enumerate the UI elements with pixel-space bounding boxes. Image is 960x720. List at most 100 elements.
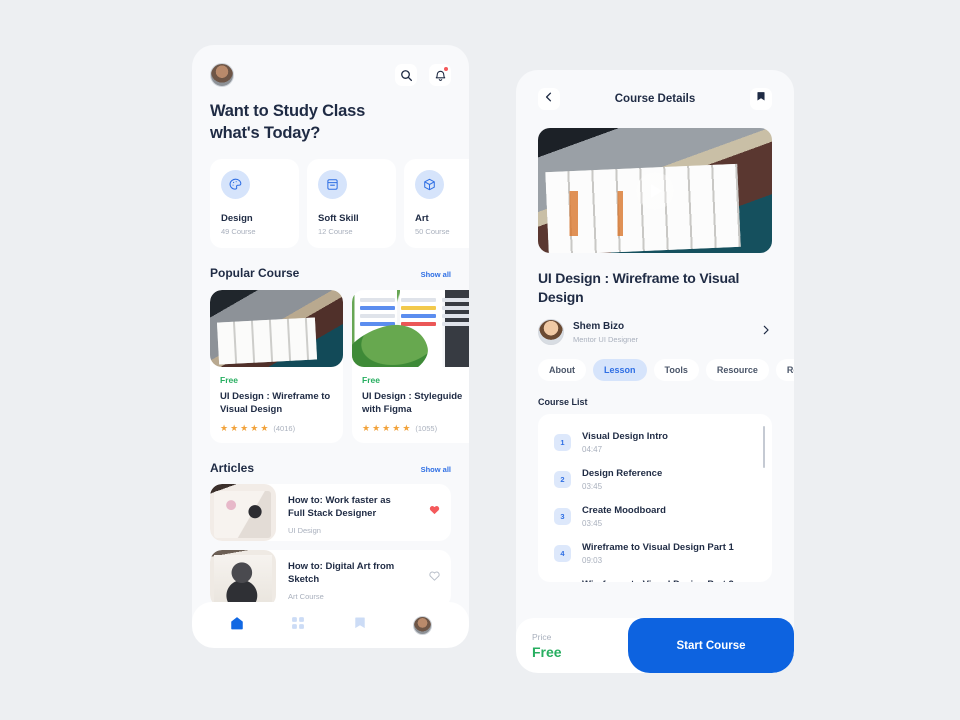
article-like-button[interactable]: [417, 550, 451, 607]
book-icon: [318, 169, 347, 199]
back-button[interactable]: [538, 88, 560, 110]
course-thumbnail: [352, 289, 469, 367]
article-title: How to: Digital Art from Sketch: [288, 560, 395, 586]
article-row[interactable]: How to: Work faster as Full Stack Design…: [210, 483, 451, 541]
video-decoration: [561, 190, 702, 236]
nav-item-profile[interactable]: [413, 615, 433, 635]
lesson-name: Wireframe to Visual Design Part 1: [582, 542, 734, 554]
lesson-row[interactable]: 2 Design Reference 03:45: [538, 461, 772, 498]
star-icon: ★: [362, 422, 371, 433]
course-list-label: Course List: [538, 397, 588, 408]
video-thumbnail[interactable]: [538, 128, 772, 253]
article-like-button[interactable]: [417, 484, 451, 541]
course-title: UI Design : Wireframe to Visual Design: [538, 270, 740, 306]
price-value: Free: [532, 643, 562, 660]
course-price: Free: [362, 374, 380, 385]
articles-show-all-link[interactable]: Show all: [421, 465, 451, 474]
mentor-avatar: [538, 319, 564, 346]
lesson-name: Wireframe to Visual Design Part 2: [582, 579, 734, 582]
chevron-left-icon: [543, 90, 555, 108]
page-title: Want to Study Class what's Today?: [210, 101, 451, 145]
search-button[interactable]: [395, 64, 417, 86]
lesson-name: Design Reference: [582, 468, 663, 480]
articles-header: Articles Show all: [210, 461, 451, 475]
detail-header: Course Details: [516, 70, 794, 128]
palette-icon: [221, 169, 250, 199]
course-card[interactable]: Free UI Design : Wireframe to Visual Des…: [210, 289, 343, 443]
bookmark-icon: [755, 90, 767, 108]
star-icon: ★: [372, 422, 381, 433]
article-title: How to: Work faster as Full Stack Design…: [288, 494, 391, 520]
category-card-art[interactable]: Art 50 Course: [404, 158, 469, 248]
screenshot-stage: Want to Study Class what's Today? Design: [0, 0, 960, 720]
home-icon: [229, 616, 245, 635]
category-list: Design 49 Course Soft Skill 12 Course Ar…: [210, 158, 469, 248]
star-icon: ★: [402, 422, 411, 433]
mentor-row[interactable]: Shem Bizo Mentor UI Designer: [538, 319, 772, 346]
tab-review[interactable]: Review: [775, 359, 794, 382]
lesson-duration: 04:47: [582, 445, 603, 455]
scrollbar[interactable]: [763, 426, 765, 469]
headline-line-2: what's Today?: [210, 123, 321, 142]
lesson-info: Create Moodboard 03:45: [582, 505, 666, 528]
review-count: (4016): [273, 423, 296, 433]
course-card[interactable]: Free UI Design : Styleguide with Figma ★…: [352, 289, 469, 443]
category-card-design[interactable]: Design 49 Course: [210, 158, 299, 248]
tab-tools[interactable]: Tools: [653, 359, 699, 382]
category-title: Design: [221, 212, 253, 224]
star-icon: ★: [260, 422, 269, 433]
mentor-info: Shem Bizo Mentor UI Designer: [573, 321, 751, 344]
category-card-soft-skill[interactable]: Soft Skill 12 Course: [307, 158, 396, 248]
popular-course-list: Free UI Design : Wireframe to Visual Des…: [210, 289, 469, 443]
play-icon: [651, 183, 662, 198]
course-title: UI Design : Wireframe to Visual Design: [220, 390, 331, 416]
nav-item-saved[interactable]: [352, 615, 368, 636]
price-block: Price Free: [516, 632, 628, 660]
detail-tabs: About Lesson Tools Resource Review: [538, 359, 794, 382]
lesson-number: 1: [554, 434, 571, 452]
course-price: Free: [220, 374, 238, 385]
article-row[interactable]: How to: Digital Art from Sketch Art Cour…: [210, 549, 451, 607]
course-info: Free UI Design : Styleguide with Figma ★…: [352, 367, 469, 433]
bookmark-button[interactable]: [750, 88, 772, 110]
thumbnail-decoration: [360, 297, 469, 326]
avatar[interactable]: [210, 63, 234, 87]
article-category: UI Design: [288, 526, 321, 536]
lesson-row[interactable]: 3 Create Moodboard 03:45: [538, 498, 772, 535]
section-title: Popular Course: [210, 265, 300, 280]
lesson-info: Wireframe to Visual Design Part 1 09:03: [582, 542, 734, 565]
mentor-name: Shem Bizo: [573, 320, 625, 332]
review-count: (1055): [415, 423, 438, 433]
course-info: Free UI Design : Wireframe to Visual Des…: [210, 367, 343, 433]
lesson-info: Design Reference 03:45: [582, 468, 662, 491]
article-category: Art Course: [288, 592, 324, 602]
lesson-row[interactable]: 1 Visual Design Intro 04:47: [538, 424, 772, 461]
course-rating: ★ ★ ★ ★ ★ (4016): [220, 422, 333, 433]
course-rating: ★ ★ ★ ★ ★ (1055): [362, 422, 469, 433]
detail-footer: Price Free Start Course: [516, 618, 794, 673]
nav-item-home[interactable]: [229, 615, 245, 636]
mentor-role: Mentor UI Designer: [573, 334, 639, 344]
start-course-button[interactable]: Start Course: [628, 618, 794, 673]
section-title: Articles: [210, 460, 255, 475]
bookmark-icon: [352, 617, 368, 635]
tab-lesson[interactable]: Lesson: [593, 359, 647, 382]
notifications-button[interactable]: [429, 64, 451, 86]
tab-about[interactable]: About: [538, 359, 586, 382]
popular-course-header: Popular Course Show all: [210, 266, 451, 280]
avatar-icon: [413, 615, 433, 635]
star-icon: ★: [392, 422, 401, 433]
lesson-row[interactable]: 4 Wireframe to Visual Design Part 1 09:0…: [538, 535, 772, 572]
star-icon: ★: [250, 422, 259, 433]
grid-icon: [290, 616, 306, 635]
category-count: 12 Course: [318, 226, 353, 236]
tab-resource[interactable]: Resource: [705, 359, 769, 382]
star-icon: ★: [382, 422, 391, 433]
search-icon: [400, 69, 413, 82]
nav-item-categories[interactable]: [290, 615, 306, 636]
star-icon: ★: [240, 422, 249, 433]
lesson-number: 2: [554, 471, 571, 489]
popular-show-all-link[interactable]: Show all: [421, 270, 451, 279]
lesson-row[interactable]: 5 Wireframe to Visual Design Part 2 08:1…: [538, 572, 772, 582]
play-button[interactable]: [636, 171, 674, 210]
